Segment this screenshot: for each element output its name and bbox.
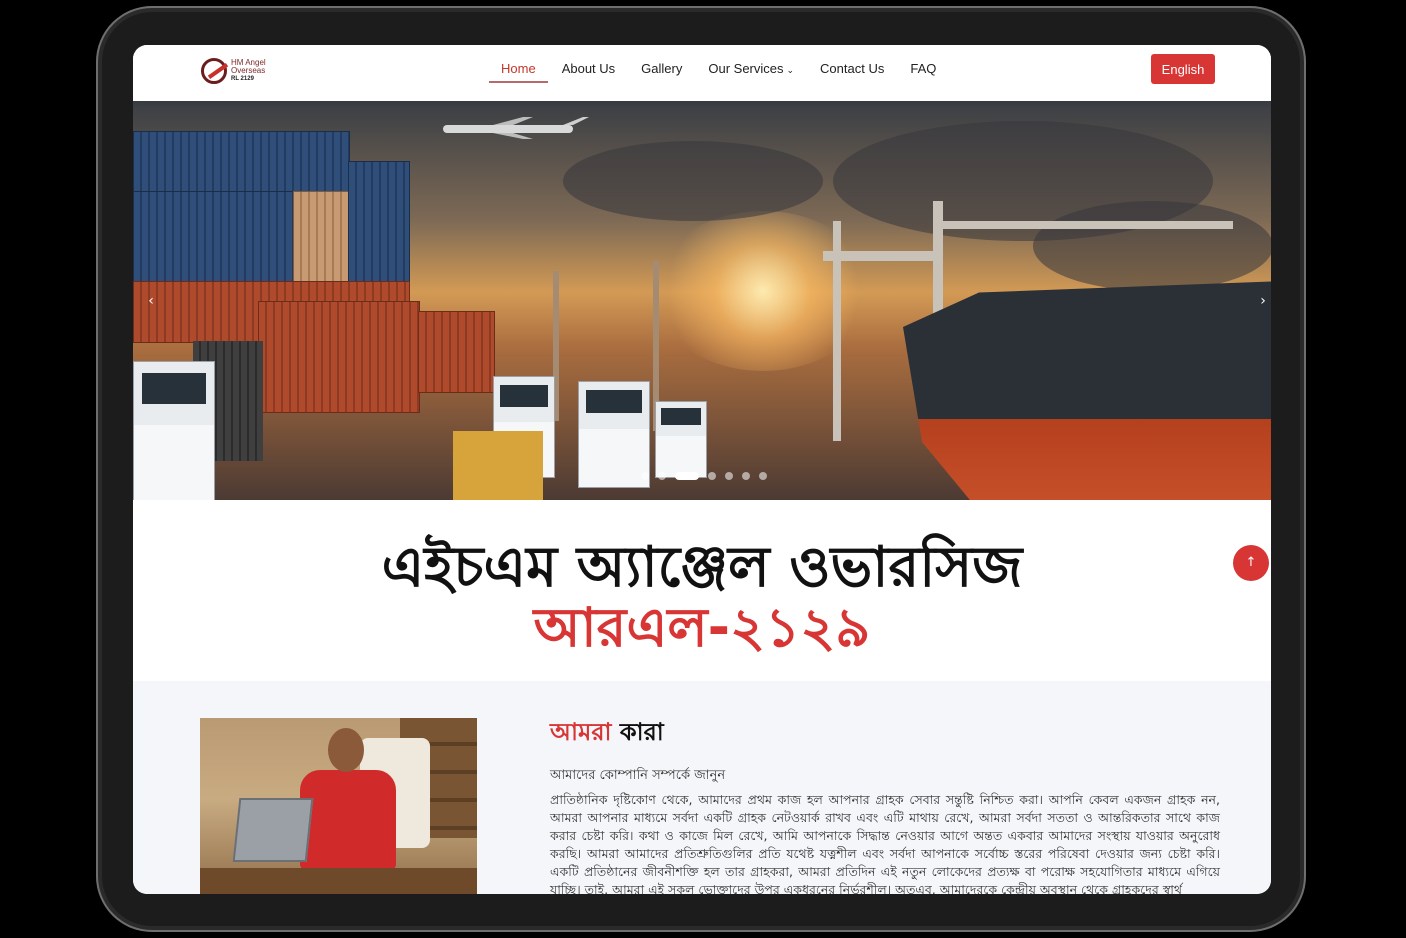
about-text: আমরা কারা আমাদের কোম্পানি সম্পর্কে জানুন…: [550, 715, 1220, 894]
company-title-section: এইচএম অ্যাঞ্জেল ওভারসিজ আরএল-২১২৯: [133, 500, 1271, 680]
nav-gallery[interactable]: Gallery: [629, 45, 694, 101]
container-stack: [258, 301, 420, 413]
hero-carousel: ‹ ›: [133, 101, 1271, 500]
carousel-dot[interactable]: [759, 472, 767, 480]
container-stack: [293, 191, 350, 283]
logo-text: HM Angel Overseas RL 2129: [231, 59, 266, 83]
browser-viewport: HM Angel Overseas RL 2129 Home About Us …: [133, 45, 1271, 894]
about-heading-black: কারা: [619, 718, 664, 746]
scroll-to-top-button[interactable]: ↑: [1233, 545, 1269, 581]
site-header: HM Angel Overseas RL 2129 Home About Us …: [133, 45, 1271, 101]
nav-about-us[interactable]: About Us: [550, 45, 627, 101]
forklift: [453, 431, 543, 500]
chevron-down-icon: ⌄: [786, 65, 795, 75]
container-stack: [133, 131, 350, 193]
about-heading: আমরা কারা: [550, 715, 1220, 749]
truck: [133, 361, 215, 500]
company-name: এইচএম অ্যাঞ্জেল ওভারসিজ: [381, 535, 1023, 600]
about-paragraph: প্রাতিষ্ঠানিক দৃষ্টিকোণ থেকে, আমাদের প্র…: [550, 792, 1220, 894]
nav-faq[interactable]: FAQ: [898, 45, 948, 101]
carousel-dot[interactable]: [641, 472, 649, 480]
carousel-dot-active[interactable]: [675, 472, 699, 480]
ceo-photo: [200, 718, 477, 894]
carousel-prev-button[interactable]: ‹: [139, 289, 163, 313]
truck: [655, 401, 707, 478]
carousel-dot[interactable]: [658, 472, 666, 480]
logo-line-2: Overseas: [231, 66, 266, 75]
about-heading-red: আমরা: [550, 718, 612, 746]
crane: [823, 251, 943, 261]
container-stack: [133, 191, 295, 283]
crane: [933, 221, 1233, 229]
about-section: আমরা কারা আমাদের কোম্পানি সম্পর্কে জানুন…: [133, 681, 1271, 894]
carousel-dot[interactable]: [742, 472, 750, 480]
carousel-dot[interactable]: [725, 472, 733, 480]
carousel-indicators: [641, 472, 767, 480]
carousel-dot[interactable]: [708, 472, 716, 480]
logo-line-3: RL 2129: [231, 76, 254, 82]
nav-our-services[interactable]: Our Services ⌄: [696, 45, 806, 101]
hero-cloud: [1033, 201, 1271, 291]
site-logo[interactable]: HM Angel Overseas RL 2129: [201, 56, 281, 86]
carousel-next-button[interactable]: ›: [1251, 289, 1271, 313]
container-stack: [418, 311, 495, 393]
cargo-ship: [903, 281, 1271, 500]
logo-mark-icon: [201, 58, 227, 84]
nav-home[interactable]: Home: [489, 45, 548, 101]
nav-our-services-label: Our Services: [708, 61, 784, 76]
main-nav: Home About Us Gallery Our Services ⌄ Cont…: [489, 45, 950, 101]
arrow-up-icon: ↑: [1245, 555, 1257, 570]
nav-contact-us[interactable]: Contact Us: [808, 45, 896, 101]
language-button[interactable]: English: [1151, 54, 1215, 84]
hero-cloud: [563, 141, 823, 221]
airplane-icon: [443, 117, 589, 139]
license-number: আরএল-২১২৯: [533, 596, 871, 659]
container-stack: [348, 161, 410, 283]
about-subtitle: আমাদের কোম্পানি সম্পর্কে জানুন: [550, 768, 726, 783]
truck: [578, 381, 650, 488]
